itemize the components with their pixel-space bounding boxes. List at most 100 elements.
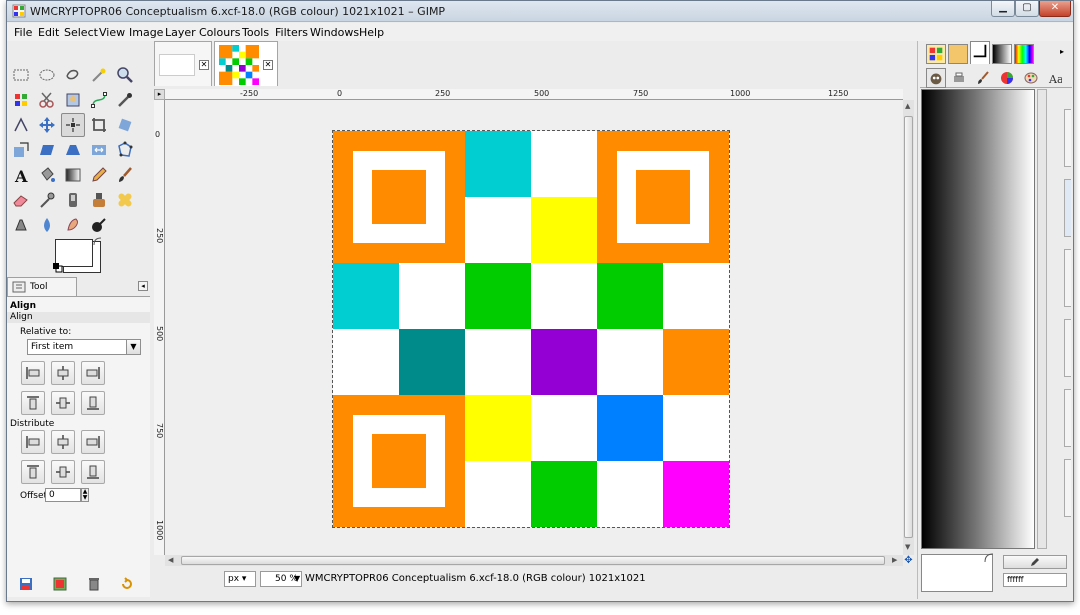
paths-icon[interactable] (87, 88, 111, 112)
brushes-tab-icon[interactable] (948, 44, 968, 64)
swap-colors-icon[interactable] (984, 553, 994, 563)
gradient-list-scrollbar[interactable] (1037, 89, 1047, 549)
edit-color-button[interactable] (1003, 555, 1067, 569)
hex-color-input[interactable]: ffffff (1003, 573, 1067, 587)
restore-options-icon[interactable] (53, 577, 67, 591)
brush-icon[interactable] (976, 71, 990, 85)
scrollbar-thumb[interactable] (904, 116, 913, 538)
image-canvas[interactable] (332, 130, 730, 528)
offset-spinner[interactable]: ▲ ▼ (81, 488, 89, 502)
foreground-select-icon[interactable] (61, 88, 85, 112)
eraser-icon[interactable] (9, 188, 33, 212)
menu-file[interactable]: File (14, 26, 32, 39)
dodge-burn-icon[interactable] (87, 213, 111, 237)
distribute-middle-button[interactable] (51, 460, 75, 484)
printer-icon[interactable] (952, 71, 966, 85)
scrollbar-thumb[interactable] (181, 556, 885, 565)
smudge-icon[interactable] (61, 213, 85, 237)
side-tab-1[interactable] (1064, 109, 1071, 167)
side-tab-6[interactable] (1064, 459, 1071, 517)
scale-icon[interactable] (9, 138, 33, 162)
align-left-button[interactable] (21, 361, 45, 385)
menu-filters[interactable]: Filters (275, 26, 308, 39)
crop-icon[interactable] (87, 113, 111, 137)
close-icon[interactable]: ✕ (263, 60, 273, 70)
close-button[interactable]: ✕ (1039, 1, 1071, 17)
menu-tools[interactable]: Tools (242, 26, 269, 39)
side-tab-2[interactable] (1064, 179, 1071, 237)
perspective-icon[interactable] (61, 138, 85, 162)
navigate-icon[interactable]: ✥ (903, 555, 914, 566)
fuzzy-select-icon[interactable] (87, 63, 111, 87)
menu-select[interactable]: Select (64, 26, 98, 39)
minimize-button[interactable]: ▁ (991, 1, 1015, 17)
distribute-center-button[interactable] (51, 430, 75, 454)
relative-to-select[interactable]: First item ▼ (27, 339, 141, 355)
side-tab-3[interactable] (1064, 249, 1071, 307)
perspective-clone-icon[interactable] (9, 213, 33, 237)
measure-icon[interactable] (9, 113, 33, 137)
clone-icon[interactable] (87, 188, 111, 212)
maximize-button[interactable]: ▢ (1015, 1, 1039, 17)
close-icon[interactable]: ✕ (199, 60, 209, 70)
text-tool-icon[interactable]: A (9, 163, 33, 187)
palette-icon[interactable] (1024, 71, 1038, 85)
default-colors-icon[interactable] (53, 263, 63, 273)
scissors-select-icon[interactable] (35, 88, 59, 112)
tab-tool-options[interactable]: Tool Options (7, 277, 77, 310)
color-preview[interactable] (921, 553, 994, 592)
ruler-corner[interactable]: ▸ (154, 89, 165, 100)
side-tab-4[interactable] (1064, 319, 1071, 377)
menu-edit[interactable]: Edit (38, 26, 59, 39)
align-bottom-button[interactable] (81, 391, 105, 415)
paintbrush-icon[interactable] (113, 163, 137, 187)
gradient-preview[interactable] (921, 89, 1035, 549)
align-middle-button[interactable] (51, 391, 75, 415)
airbrush-icon[interactable] (35, 188, 59, 212)
menu-windows[interactable]: Windows (310, 26, 359, 39)
unit-select[interactable]: px ▾ (224, 571, 256, 587)
distribute-top-button[interactable] (21, 460, 45, 484)
palettes-tab-icon[interactable] (1014, 44, 1034, 64)
fg-bg-color-selector[interactable] (53, 237, 102, 275)
distribute-left-button[interactable] (21, 430, 45, 454)
ellipse-select-icon[interactable] (35, 63, 59, 87)
select-by-color-icon[interactable] (9, 88, 33, 112)
chevron-down-icon[interactable]: ▼ (294, 571, 303, 587)
align-right-button[interactable] (81, 361, 105, 385)
delete-options-icon[interactable] (87, 577, 101, 591)
align-icon[interactable] (61, 113, 85, 137)
align-center-button[interactable] (51, 361, 75, 385)
pencil-icon[interactable] (87, 163, 111, 187)
offset-input[interactable]: 0 (45, 488, 81, 502)
color-picker-icon[interactable] (113, 88, 137, 112)
menu-help[interactable]: Help (359, 26, 384, 39)
swap-colors-icon[interactable] (93, 237, 102, 246)
move-icon[interactable] (35, 113, 59, 137)
flip-icon[interactable] (87, 138, 111, 162)
wilber-tab-icon[interactable] (926, 68, 946, 88)
align-top-button[interactable] (21, 391, 45, 415)
tab-gradients[interactable] (970, 41, 990, 64)
distribute-right-button[interactable] (81, 430, 105, 454)
chevron-right-icon[interactable]: ▸ (1060, 47, 1064, 56)
horizontal-scrollbar[interactable]: ◀ ▶ (165, 555, 903, 566)
heal-icon[interactable] (113, 188, 137, 212)
cage-transform-icon[interactable] (113, 138, 137, 162)
vertical-scrollbar[interactable]: ▲ ▼ (903, 100, 914, 555)
color-wheel-icon[interactable] (1000, 71, 1014, 85)
distribute-bottom-button[interactable] (81, 460, 105, 484)
gradient-tab-icon[interactable] (992, 44, 1012, 64)
shear-icon[interactable] (35, 138, 59, 162)
ink-icon[interactable] (61, 188, 85, 212)
free-select-icon[interactable] (61, 63, 85, 87)
menu-colours[interactable]: Colours (199, 26, 240, 39)
blur-icon[interactable] (35, 213, 59, 237)
side-tab-5[interactable] (1064, 389, 1071, 447)
zoom-icon[interactable] (113, 63, 137, 87)
blend-icon[interactable] (61, 163, 85, 187)
menu-image[interactable]: Image (129, 26, 163, 39)
patterns-tab-icon[interactable] (926, 44, 946, 64)
panel-menu-icon[interactable]: ◂ (138, 281, 148, 291)
rotate-icon[interactable] (113, 113, 137, 137)
